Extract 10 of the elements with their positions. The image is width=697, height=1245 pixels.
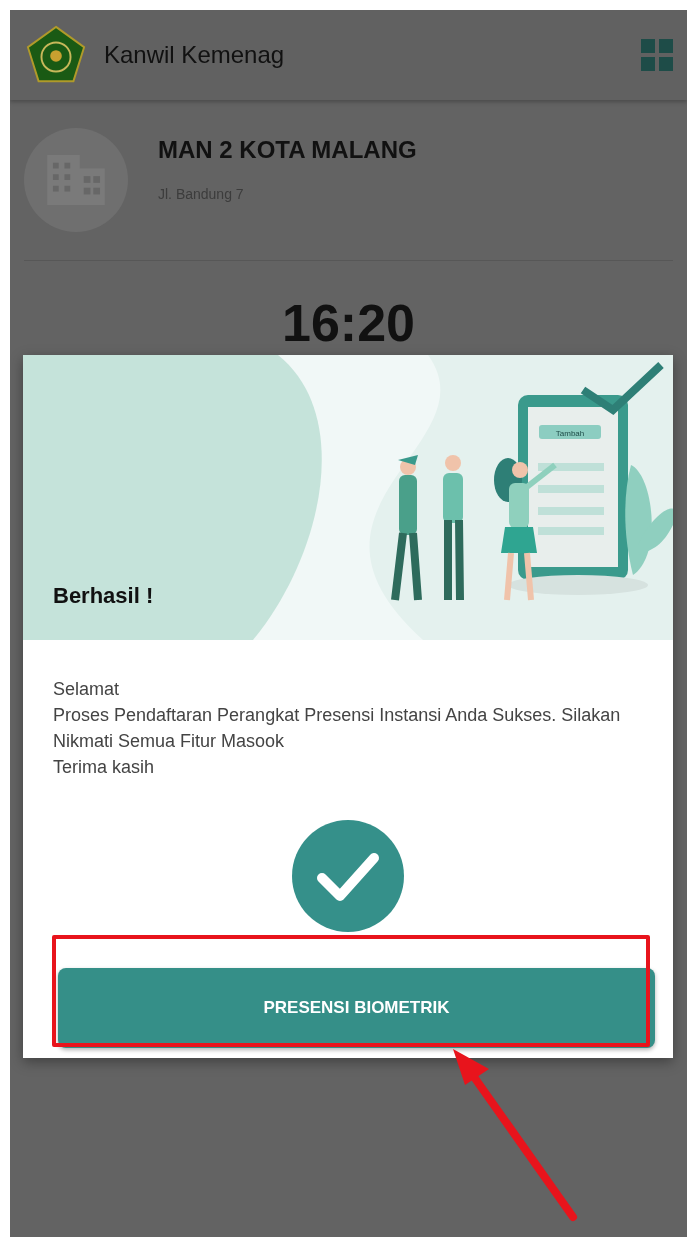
message-text: Selamat [53,678,121,701]
institution-name: MAN 2 KOTA MALANG [158,136,417,164]
check-circle-icon [292,820,404,932]
clock-time: 16:20 [281,297,416,349]
message-text: Proses Pendaftaran Perangkat Presensi Instansi Anda Sukses. Silakan Nikmati Semua Fitur Masook [53,704,622,753]
dialog-title: Berhasil ! [53,583,154,609]
grid-menu-icon[interactable] [641,39,673,71]
message-text: Terima kasih [53,756,156,779]
app-title: Kanwil Kemenag [104,41,286,69]
presensi-biometrik-button[interactable]: PRESENSI BIOMETRIK [58,968,655,1048]
